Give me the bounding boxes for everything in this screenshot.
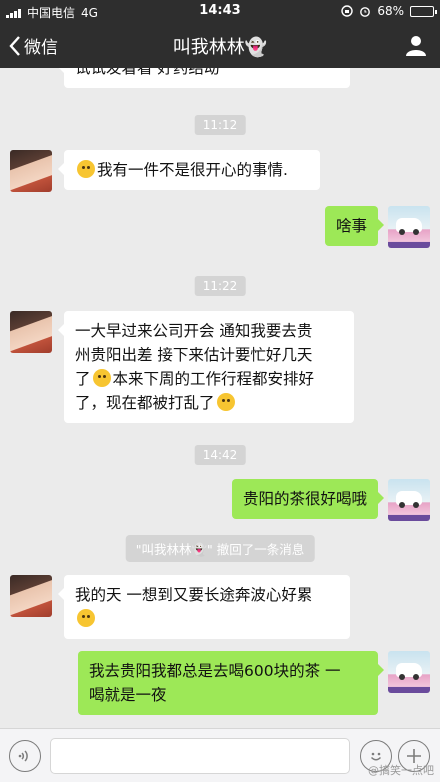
- message-outgoing[interactable]: 啥事: [324, 206, 385, 246]
- voice-button[interactable]: [9, 740, 41, 772]
- message-text: 啥事: [335, 217, 367, 235]
- message-partial-text: 试试发着看 好药结动: [75, 68, 220, 77]
- message-text-line-3: 了 本来下周的工作行程都安排好: [75, 367, 343, 391]
- message-incoming[interactable]: 我的天 一想到又要长途奔波心好累: [58, 575, 350, 639]
- message-emoji-line: [75, 607, 339, 631]
- message-text: 我有一件不是很开心的事情.: [97, 161, 288, 179]
- message-text: 贵阳的茶很好喝哦: [242, 490, 367, 508]
- profile-icon[interactable]: [404, 33, 428, 57]
- contact-avatar[interactable]: [10, 150, 52, 192]
- timestamp: 14:42: [194, 445, 246, 465]
- status-right: 68%: [341, 4, 437, 18]
- watermark: @搞笑一点吧: [368, 764, 434, 777]
- message-text-fragment: 了: [75, 370, 91, 388]
- status-bar: 中国电信 4G 14:43 68%: [0, 0, 440, 22]
- message-text-fragment: 本来下周的工作行程都安排好: [112, 370, 315, 388]
- worried-emoji-icon: [92, 369, 111, 387]
- laugh-cry-emoji-icon: [216, 393, 235, 411]
- message-text-line: 一大早过来公司开会 通知我要去贵: [75, 322, 313, 340]
- my-avatar[interactable]: [388, 479, 430, 521]
- message-text-line-4: 了，现在都被打乱了: [75, 391, 343, 415]
- nav-bar: 微信 叫我林林👻: [0, 22, 440, 68]
- timestamp: 11:22: [194, 276, 246, 296]
- timestamp: 11:12: [194, 115, 246, 135]
- lock-rotation-icon: [341, 5, 354, 17]
- message-outgoing[interactable]: 贵阳的茶很好喝哦: [231, 479, 385, 519]
- message-text-line: 州贵阳出差 接下来估计要忙好几天: [75, 346, 313, 364]
- contact-avatar[interactable]: [10, 311, 52, 353]
- message-text-line: 喝就是一夜: [89, 686, 167, 704]
- my-avatar[interactable]: [388, 651, 430, 693]
- sad-emoji-icon: [77, 160, 95, 178]
- message-partial[interactable]: 试试发着看 好药结动: [58, 68, 350, 88]
- message-outgoing[interactable]: 我去贵阳我都总是去喝600块的茶 一 喝就是一夜: [78, 651, 384, 715]
- message-text-line: 我去贵阳我都总是去喝600块的茶 一: [89, 662, 341, 680]
- recall-notice: "叫我林林👻" 撤回了一条消息: [125, 535, 315, 562]
- message-incoming[interactable]: 我有一件不是很开心的事情.: [58, 150, 320, 190]
- message-text-line: 我的天 一想到又要长途奔波心好累: [75, 586, 313, 604]
- message-text-fragment: 了，现在都被打乱了: [75, 394, 215, 412]
- contact-avatar[interactable]: [10, 575, 52, 617]
- message-incoming[interactable]: 一大早过来公司开会 通知我要去贵 州贵阳出差 接下来估计要忙好几天 了 本来下周的…: [58, 311, 354, 423]
- voice-icon: [18, 750, 28, 762]
- sad-emoji-icon: [77, 609, 95, 627]
- battery-icon: [410, 5, 437, 17]
- message-input[interactable]: [50, 738, 350, 774]
- chat-title: 叫我林林👻: [172, 37, 268, 58]
- my-avatar[interactable]: [388, 206, 430, 248]
- chat-area[interactable]: 试试发着看 好药结动 11:12 我有一件不是很开心的事情. 啥事 11:22 …: [0, 68, 440, 728]
- battery-percent: 68%: [377, 4, 404, 18]
- alarm-icon: [360, 7, 371, 17]
